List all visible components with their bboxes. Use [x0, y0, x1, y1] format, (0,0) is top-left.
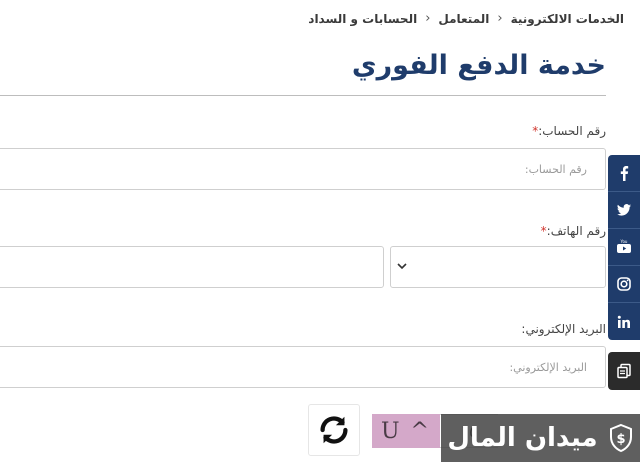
breadcrumb-item-customer[interactable]: المتعامل	[438, 12, 489, 26]
chevron-left-icon: ‹	[425, 11, 431, 26]
watermark-text: ميدان المال	[447, 423, 598, 453]
instagram-icon	[617, 277, 631, 291]
linkedin-icon	[617, 315, 630, 328]
twitter-button[interactable]	[608, 192, 640, 229]
svg-text:$: $	[616, 432, 625, 447]
page-title: خدمة الدفع الفوري	[351, 50, 606, 81]
youtube-icon: You	[617, 239, 631, 253]
account-number-input[interactable]: رقم الحساب:	[0, 148, 606, 190]
title-divider	[0, 95, 606, 96]
email-label: البريد الإلكتروني:	[521, 322, 606, 336]
breadcrumb-item-accounts[interactable]: الحسابات و السداد	[308, 12, 417, 26]
instagram-button[interactable]	[608, 266, 640, 303]
phone-number-input[interactable]	[0, 246, 384, 288]
country-code-select[interactable]	[390, 246, 606, 288]
account-number-placeholder: رقم الحساب:	[524, 162, 587, 176]
captcha-refresh-button[interactable]	[308, 404, 360, 456]
chevron-down-icon	[397, 263, 407, 270]
email-placeholder: البريد الإلكتروني:	[509, 360, 587, 374]
copy-icon	[617, 363, 631, 379]
linkedin-button[interactable]	[608, 303, 640, 340]
facebook-icon	[620, 166, 629, 181]
email-input[interactable]: البريد الإلكتروني:	[0, 346, 606, 388]
captcha-image: U ^	[372, 414, 440, 448]
twitter-icon	[617, 204, 631, 216]
social-share-bar: You	[608, 155, 640, 340]
svg-text:You: You	[620, 239, 628, 244]
copy-button[interactable]	[608, 352, 640, 390]
phone-number-label: رقم الهاتف:*	[540, 224, 606, 238]
dollar-shield-icon: $	[609, 423, 632, 453]
breadcrumb-item-eservices[interactable]: الخدمات الالكترونية	[511, 12, 624, 26]
refresh-icon	[320, 416, 348, 444]
breadcrumb: الخدمات الالكترونية ‹ المتعامل ‹ الحسابا…	[308, 11, 624, 26]
chevron-left-icon: ‹	[497, 11, 503, 26]
account-number-label: رقم الحساب:*	[532, 124, 606, 138]
watermark: $ ميدان المال	[441, 414, 640, 462]
youtube-button[interactable]: You	[608, 229, 640, 266]
facebook-button[interactable]	[608, 155, 640, 192]
